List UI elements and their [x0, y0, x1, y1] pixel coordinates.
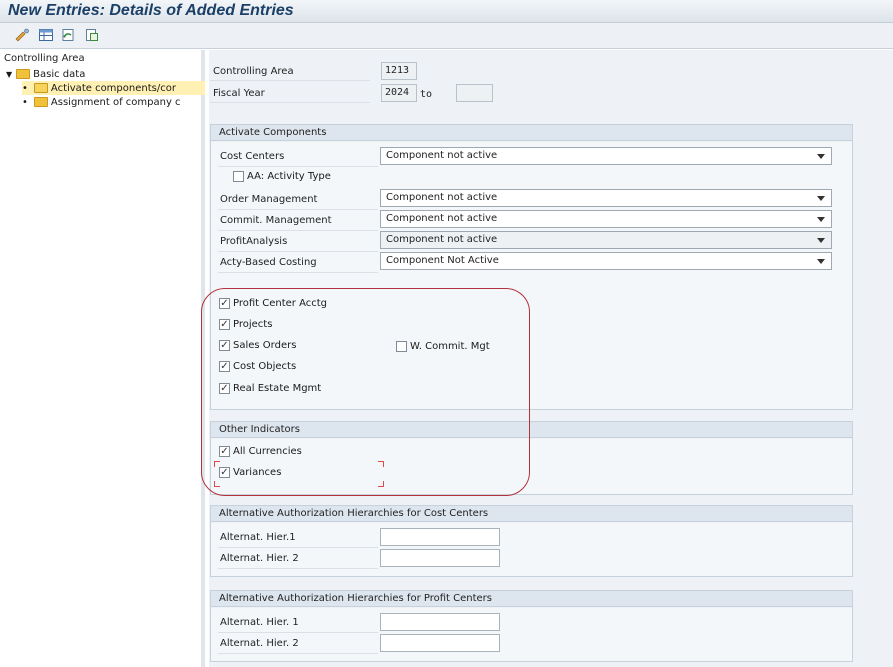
tree-item-basic-data[interactable]: ▼ Basic data: [6, 67, 85, 81]
other-indicators-group: Other Indicators: [210, 421, 853, 495]
select-value: Component not active: [386, 192, 498, 203]
all-currencies-checkbox[interactable]: ✓ All Currencies: [219, 446, 302, 457]
controlling-area-label: Controlling Area: [213, 66, 294, 77]
navigation-tree: Controlling Area ▼ Basic data • Activate…: [0, 50, 205, 667]
cost-centers-select[interactable]: Component not active: [380, 147, 832, 165]
checkbox-box[interactable]: ✓: [219, 446, 230, 457]
focus-corner: [214, 461, 220, 467]
display-change-icon[interactable]: [14, 27, 30, 43]
alt-hier-2-input[interactable]: [380, 549, 500, 567]
folder-icon: [16, 69, 31, 79]
group-title: Other Indicators: [211, 422, 852, 438]
fiscal-year-to-field: [456, 84, 493, 102]
checkbox-label: Variances: [233, 467, 282, 478]
select-value: Component Not Active: [386, 255, 499, 266]
checkbox-label: Cost Objects: [233, 361, 297, 372]
tree-item-assignment-company[interactable]: • Assignment of company c: [22, 95, 181, 109]
tree-item-label: Basic data: [33, 68, 86, 80]
profit-alt-hier-1-label: Alternat. Hier. 1: [220, 617, 299, 628]
commit-management-select[interactable]: Component not active: [380, 210, 832, 228]
alt-hier-1-input[interactable]: [380, 528, 500, 546]
expand-arrow-icon[interactable]: ▼: [6, 70, 12, 79]
tree-item-activate-components[interactable]: • Activate components/cor: [22, 81, 205, 95]
focus-corner: [214, 481, 220, 487]
projects-checkbox[interactable]: ✓ Projects: [219, 319, 272, 330]
controlling-area-field: 1213: [381, 62, 417, 80]
order-management-select[interactable]: Component not active: [380, 189, 832, 207]
checkbox-box[interactable]: ✓: [219, 298, 230, 309]
checkbox-label: Real Estate Mgmt: [233, 383, 322, 394]
application-toolbar: [0, 23, 893, 49]
bullet-icon: •: [22, 82, 28, 94]
open-folder-icon: [33, 83, 48, 93]
checkbox-box[interactable]: ✓: [219, 340, 230, 351]
checkbox-box[interactable]: ✓: [219, 467, 230, 478]
select-value: Component not active: [386, 213, 498, 224]
dropdown-caret-icon[interactable]: [817, 217, 825, 222]
fiscal-year-label: Fiscal Year: [213, 88, 265, 99]
table-icon[interactable]: [38, 27, 54, 43]
profit-analysis-select[interactable]: Component not active: [380, 231, 832, 249]
aa-activity-type-checkbox[interactable]: AA: Activity Type: [233, 171, 331, 182]
acty-based-costing-label: Acty-Based Costing: [220, 257, 317, 268]
group-title: Alternative Authorization Hierarchies fo…: [211, 591, 852, 607]
checkbox-label: All Currencies: [233, 446, 302, 457]
alt-hier-2-label: Alternat. Hier. 2: [220, 553, 299, 564]
checkbox-label: W. Commit. Mgt: [410, 341, 490, 352]
sales-orders-checkbox[interactable]: ✓ Sales Orders: [219, 340, 296, 351]
dropdown-caret-icon[interactable]: [817, 196, 825, 201]
focus-corner: [378, 461, 384, 467]
checkbox-box[interactable]: ✓: [219, 361, 230, 372]
to-label: to: [420, 89, 433, 100]
dropdown-caret-icon[interactable]: [817, 154, 825, 159]
cost-centers-label: Cost Centers: [220, 151, 285, 162]
folder-icon: [33, 97, 48, 107]
bullet-icon: •: [22, 96, 28, 108]
checkbox-label: AA: Activity Type: [247, 171, 331, 182]
group-title: Alternative Authorization Hierarchies fo…: [211, 506, 852, 522]
tree-header: Controlling Area: [4, 53, 85, 64]
checkbox-box[interactable]: ✓: [219, 383, 230, 394]
checkbox-label: Profit Center Acctg: [233, 298, 328, 309]
tree-item-label: Assignment of company c: [50, 96, 181, 108]
w-commit-mgt-checkbox[interactable]: W. Commit. Mgt: [396, 341, 490, 352]
dropdown-caret-icon[interactable]: [817, 259, 825, 264]
group-title: Activate Components: [211, 125, 852, 141]
order-management-label: Order Management: [220, 194, 318, 205]
checkbox-label: Projects: [233, 319, 273, 330]
select-value: Component not active: [386, 234, 498, 245]
fiscal-year-field: 2024: [381, 84, 417, 102]
checkbox-box[interactable]: ✓: [219, 319, 230, 330]
window-title: New Entries: Details of Added Entries: [8, 2, 294, 19]
variances-checkbox[interactable]: ✓ Variances: [219, 467, 281, 478]
profit-center-acctg-checkbox[interactable]: ✓ Profit Center Acctg: [219, 298, 327, 309]
copy-icon[interactable]: [84, 27, 100, 43]
profit-analysis-label: ProfitAnalysis: [220, 236, 288, 247]
select-value: Component not active: [386, 150, 498, 161]
focus-corner: [378, 481, 384, 487]
checkbox-box[interactable]: [233, 171, 244, 182]
profit-alt-hier-2-label: Alternat. Hier. 2: [220, 638, 299, 649]
title-bar: New Entries: Details of Added Entries: [0, 0, 893, 23]
checkbox-box[interactable]: [396, 341, 407, 352]
profit-alt-hier-1-input[interactable]: [380, 613, 500, 631]
commit-management-label: Commit. Management: [220, 215, 332, 226]
undo-icon[interactable]: [60, 27, 76, 43]
acty-based-costing-select[interactable]: Component Not Active: [380, 252, 832, 270]
profit-alt-hier-2-input[interactable]: [380, 634, 500, 652]
real-estate-mgmt-checkbox[interactable]: ✓ Real Estate Mgmt: [219, 383, 321, 394]
group-body: [211, 439, 852, 494]
cost-objects-checkbox[interactable]: ✓ Cost Objects: [219, 361, 296, 372]
group-body: [211, 142, 852, 409]
dropdown-caret-icon[interactable]: [817, 238, 825, 243]
checkbox-label: Sales Orders: [233, 340, 297, 351]
tree-item-label: Activate components/cor: [50, 82, 176, 94]
alt-hier-1-label: Alternat. Hier.1: [220, 532, 296, 543]
